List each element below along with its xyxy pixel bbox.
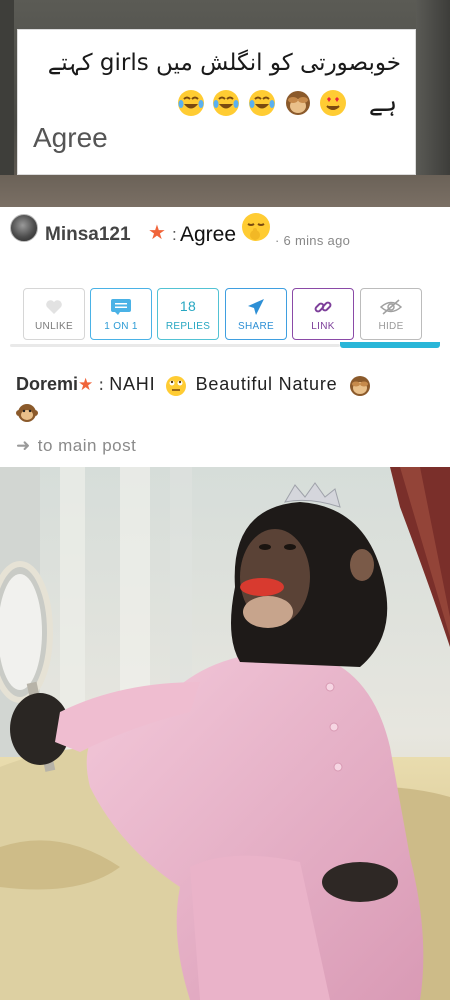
share-button[interactable]: SHARE xyxy=(225,288,287,340)
replies-count: 18 xyxy=(179,298,197,314)
urdu-caption-end: ہے xyxy=(368,89,397,117)
heart-icon xyxy=(24,297,84,317)
shushing-face-emoji-icon xyxy=(242,213,270,241)
eye-roll-emoji-icon xyxy=(165,375,186,396)
reply-text-2: Beautiful Nature xyxy=(195,374,338,394)
emoji-row: ہے xyxy=(177,88,397,117)
star-icon: ★ xyxy=(78,375,94,395)
image-caption-card: خوبصورتی کو انگلش میں girls کہتے ہے Agre… xyxy=(17,29,416,175)
to-main-post-link[interactable]: ➜ to main post xyxy=(16,436,136,456)
divider xyxy=(10,344,340,347)
urdu-caption-text: خوبصورتی کو انگلش میں girls کہتے xyxy=(47,50,401,76)
replies-label: REPLIES xyxy=(165,321,211,332)
link-label: LINK xyxy=(311,321,335,332)
reply-username[interactable]: Doremi xyxy=(16,374,78,394)
unlike-button[interactable]: UNLIKE xyxy=(23,288,85,340)
laughing-tears-emoji-icon xyxy=(177,90,204,116)
link-button[interactable]: LINK xyxy=(292,288,354,340)
hide-label: HIDE xyxy=(378,321,404,332)
replies-button[interactable]: 18 REPLIES xyxy=(157,288,219,340)
reply-text: NAHI xyxy=(109,374,156,394)
comment-username[interactable]: Minsa121 xyxy=(45,224,131,246)
hide-button[interactable]: HIDE xyxy=(360,288,422,340)
see-no-evil-monkey-icon xyxy=(285,91,310,115)
unlike-label: UNLIKE xyxy=(35,321,73,332)
reply-colon: : xyxy=(98,375,105,395)
image-edge xyxy=(0,175,450,207)
monkey-face-emoji-icon xyxy=(16,404,38,422)
share-label: SHARE xyxy=(238,321,274,332)
active-indicator xyxy=(340,342,440,348)
eye-off-icon xyxy=(361,297,421,317)
star-icon: ★ xyxy=(148,220,166,244)
reply-photo[interactable] xyxy=(0,467,450,1000)
laughing-tears-emoji-icon xyxy=(248,90,275,116)
paper-plane-icon xyxy=(226,297,286,317)
see-no-evil-monkey-icon xyxy=(349,375,370,396)
avatar[interactable] xyxy=(10,214,38,242)
one-on-one-label: 1 ON 1 xyxy=(104,321,138,332)
comment-timestamp: · 6 mins ago xyxy=(275,233,351,248)
caption-agree-text: Agree xyxy=(33,122,108,153)
laughing-tears-emoji-icon xyxy=(213,90,240,116)
heart-eyes-emoji-icon xyxy=(320,90,347,116)
to-main-post-label: to main post xyxy=(37,436,137,455)
comment-colon: : xyxy=(172,225,177,244)
action-bar: UNLIKE 1 ON 1 18 REPLIES SHARE LINK HIDE xyxy=(10,288,440,348)
comment-row: Minsa121 ★ : Agree · 6 mins ago xyxy=(10,212,440,248)
comment-text: Agree xyxy=(180,223,237,246)
arrow-right-icon: ➜ xyxy=(16,436,31,455)
monkey-photo xyxy=(0,467,450,1000)
one-on-one-button[interactable]: 1 ON 1 xyxy=(90,288,152,340)
chat-icon xyxy=(91,297,151,317)
post-image[interactable]: خوبصورتی کو انگلش میں girls کہتے ہے Agre… xyxy=(0,0,450,207)
chain-link-icon xyxy=(293,297,353,317)
